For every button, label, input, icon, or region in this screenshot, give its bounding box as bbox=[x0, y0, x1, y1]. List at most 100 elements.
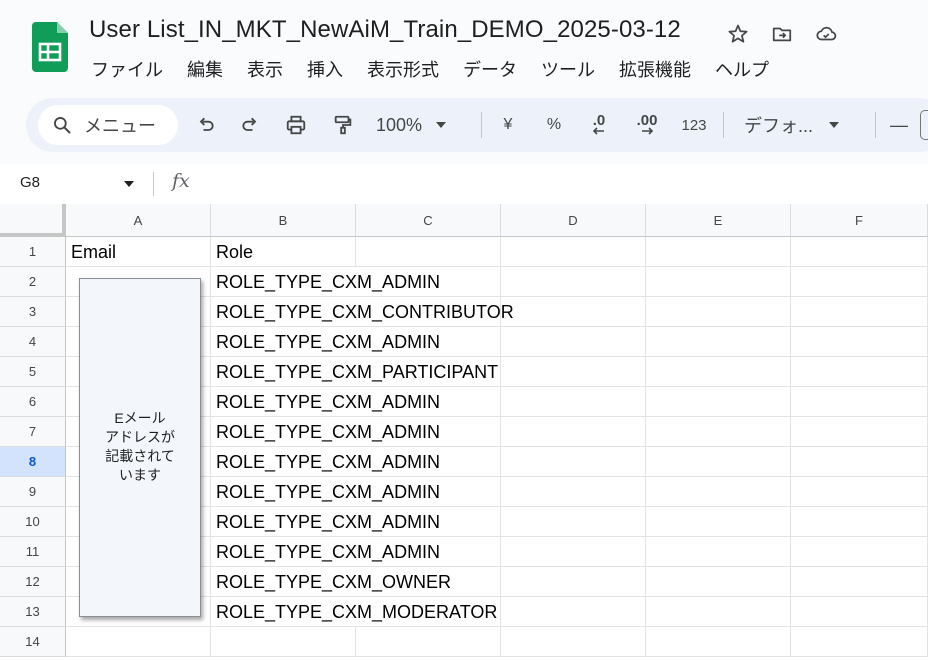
increase-decimal-button[interactable]: .00 bbox=[630, 106, 664, 144]
cell-f1[interactable] bbox=[791, 237, 928, 267]
font-size-field[interactable] bbox=[920, 110, 928, 140]
menu-help[interactable]: ヘルプ bbox=[715, 56, 779, 82]
menu-extensions[interactable]: 拡張機能 bbox=[619, 56, 701, 82]
cell-b8[interactable]: ROLE_TYPE_CXM_ADMIN bbox=[211, 447, 440, 477]
cell-b12[interactable]: ROLE_TYPE_CXM_OWNER bbox=[211, 567, 451, 597]
cell-e1[interactable] bbox=[646, 237, 791, 267]
zoom-select[interactable]: 100% bbox=[376, 106, 468, 144]
cell-d8[interactable] bbox=[501, 447, 646, 477]
cell-d12[interactable] bbox=[501, 567, 646, 597]
cell-b3[interactable]: ROLE_TYPE_CXM_CONTRIBUTOR bbox=[211, 297, 514, 327]
row-header-7[interactable]: 7 bbox=[0, 417, 66, 447]
currency-button[interactable]: ¥ bbox=[496, 106, 520, 144]
cell-d2[interactable] bbox=[501, 267, 646, 297]
sheets-logo-icon[interactable] bbox=[32, 22, 68, 72]
cloud-saved-icon[interactable] bbox=[814, 22, 838, 46]
cell-c14[interactable] bbox=[356, 627, 501, 657]
redo-button[interactable] bbox=[237, 106, 263, 144]
cell-e11[interactable] bbox=[646, 537, 791, 567]
font-select[interactable]: デフォ... bbox=[744, 106, 859, 144]
cell-f7[interactable] bbox=[791, 417, 928, 447]
cell-b14[interactable] bbox=[211, 627, 356, 657]
cell-b11[interactable]: ROLE_TYPE_CXM_ADMIN bbox=[211, 537, 440, 567]
cell-f11[interactable] bbox=[791, 537, 928, 567]
cell-b2[interactable]: ROLE_TYPE_CXM_ADMIN bbox=[211, 267, 440, 297]
row-header-11[interactable]: 11 bbox=[0, 537, 66, 567]
cell-f9[interactable] bbox=[791, 477, 928, 507]
cell-e7[interactable] bbox=[646, 417, 791, 447]
cell-e9[interactable] bbox=[646, 477, 791, 507]
cell-d9[interactable] bbox=[501, 477, 646, 507]
menu-edit[interactable]: 編集 bbox=[187, 56, 233, 82]
cell-e3[interactable] bbox=[646, 297, 791, 327]
cell-e14[interactable] bbox=[646, 627, 791, 657]
cell-d13[interactable] bbox=[501, 597, 646, 627]
paint-format-button[interactable] bbox=[329, 106, 357, 144]
menu-insert[interactable]: 挿入 bbox=[307, 56, 353, 82]
document-title[interactable]: User List_IN_MKT_NewAiM_Train_DEMO_2025-… bbox=[89, 16, 681, 44]
percent-button[interactable]: % bbox=[542, 106, 566, 144]
cell-f12[interactable] bbox=[791, 567, 928, 597]
cell-e10[interactable] bbox=[646, 507, 791, 537]
select-all-corner[interactable] bbox=[0, 204, 66, 237]
cell-b1[interactable]: Role bbox=[211, 237, 356, 267]
row-header-9[interactable]: 9 bbox=[0, 477, 66, 507]
print-button[interactable] bbox=[282, 106, 310, 144]
menu-view[interactable]: 表示 bbox=[247, 56, 293, 82]
menu-tools[interactable]: ツール bbox=[541, 56, 605, 82]
cell-a1[interactable]: Email bbox=[66, 237, 211, 267]
cell-f6[interactable] bbox=[791, 387, 928, 417]
row-header-1[interactable]: 1 bbox=[0, 237, 66, 267]
row-header-2[interactable]: 2 bbox=[0, 267, 66, 297]
cell-f14[interactable] bbox=[791, 627, 928, 657]
cell-e4[interactable] bbox=[646, 327, 791, 357]
cell-e6[interactable] bbox=[646, 387, 791, 417]
cell-b6[interactable]: ROLE_TYPE_CXM_ADMIN bbox=[211, 387, 440, 417]
row-header-3[interactable]: 3 bbox=[0, 297, 66, 327]
cell-d11[interactable] bbox=[501, 537, 646, 567]
menu-file[interactable]: ファイル bbox=[91, 56, 173, 82]
undo-button[interactable] bbox=[193, 106, 219, 144]
decrease-font-size-button[interactable]: — bbox=[888, 106, 910, 144]
row-header-4[interactable]: 4 bbox=[0, 327, 66, 357]
name-box[interactable]: G8 bbox=[20, 174, 40, 191]
cell-d4[interactable] bbox=[501, 327, 646, 357]
cell-d6[interactable] bbox=[501, 387, 646, 417]
cell-f5[interactable] bbox=[791, 357, 928, 387]
cell-b7[interactable]: ROLE_TYPE_CXM_ADMIN bbox=[211, 417, 440, 447]
cell-b4[interactable]: ROLE_TYPE_CXM_ADMIN bbox=[211, 327, 440, 357]
row-header-12[interactable]: 12 bbox=[0, 567, 66, 597]
row-header-6[interactable]: 6 bbox=[0, 387, 66, 417]
cell-f3[interactable] bbox=[791, 297, 928, 327]
column-header-c[interactable]: C bbox=[356, 204, 501, 237]
cell-c1[interactable] bbox=[356, 237, 501, 267]
cell-d3[interactable] bbox=[501, 297, 646, 327]
name-box-chevron-down-icon[interactable] bbox=[124, 181, 134, 187]
cell-f2[interactable] bbox=[791, 267, 928, 297]
row-header-5[interactable]: 5 bbox=[0, 357, 66, 387]
cell-b9[interactable]: ROLE_TYPE_CXM_ADMIN bbox=[211, 477, 440, 507]
row-header-13[interactable]: 13 bbox=[0, 597, 66, 627]
cell-d7[interactable] bbox=[501, 417, 646, 447]
row-header-8[interactable]: 8 bbox=[0, 447, 66, 477]
cell-b13[interactable]: ROLE_TYPE_CXM_MODERATOR bbox=[211, 597, 497, 627]
menu-format[interactable]: 表示形式 bbox=[367, 56, 449, 82]
cell-d5[interactable] bbox=[501, 357, 646, 387]
move-folder-icon[interactable] bbox=[770, 22, 794, 46]
cell-d10[interactable] bbox=[501, 507, 646, 537]
cell-f13[interactable] bbox=[791, 597, 928, 627]
column-header-a[interactable]: A bbox=[66, 204, 211, 237]
cell-e5[interactable] bbox=[646, 357, 791, 387]
column-header-f[interactable]: F bbox=[791, 204, 928, 237]
column-header-b[interactable]: B bbox=[211, 204, 356, 237]
cell-b5[interactable]: ROLE_TYPE_CXM_PARTICIPANT bbox=[211, 357, 498, 387]
star-icon[interactable] bbox=[726, 22, 750, 46]
cell-d14[interactable] bbox=[501, 627, 646, 657]
cell-e8[interactable] bbox=[646, 447, 791, 477]
row-header-10[interactable]: 10 bbox=[0, 507, 66, 537]
menu-search-box[interactable]: メニュー bbox=[38, 105, 178, 145]
cell-b10[interactable]: ROLE_TYPE_CXM_ADMIN bbox=[211, 507, 440, 537]
column-header-d[interactable]: D bbox=[501, 204, 646, 237]
cell-e12[interactable] bbox=[646, 567, 791, 597]
menu-data[interactable]: データ bbox=[463, 56, 527, 82]
